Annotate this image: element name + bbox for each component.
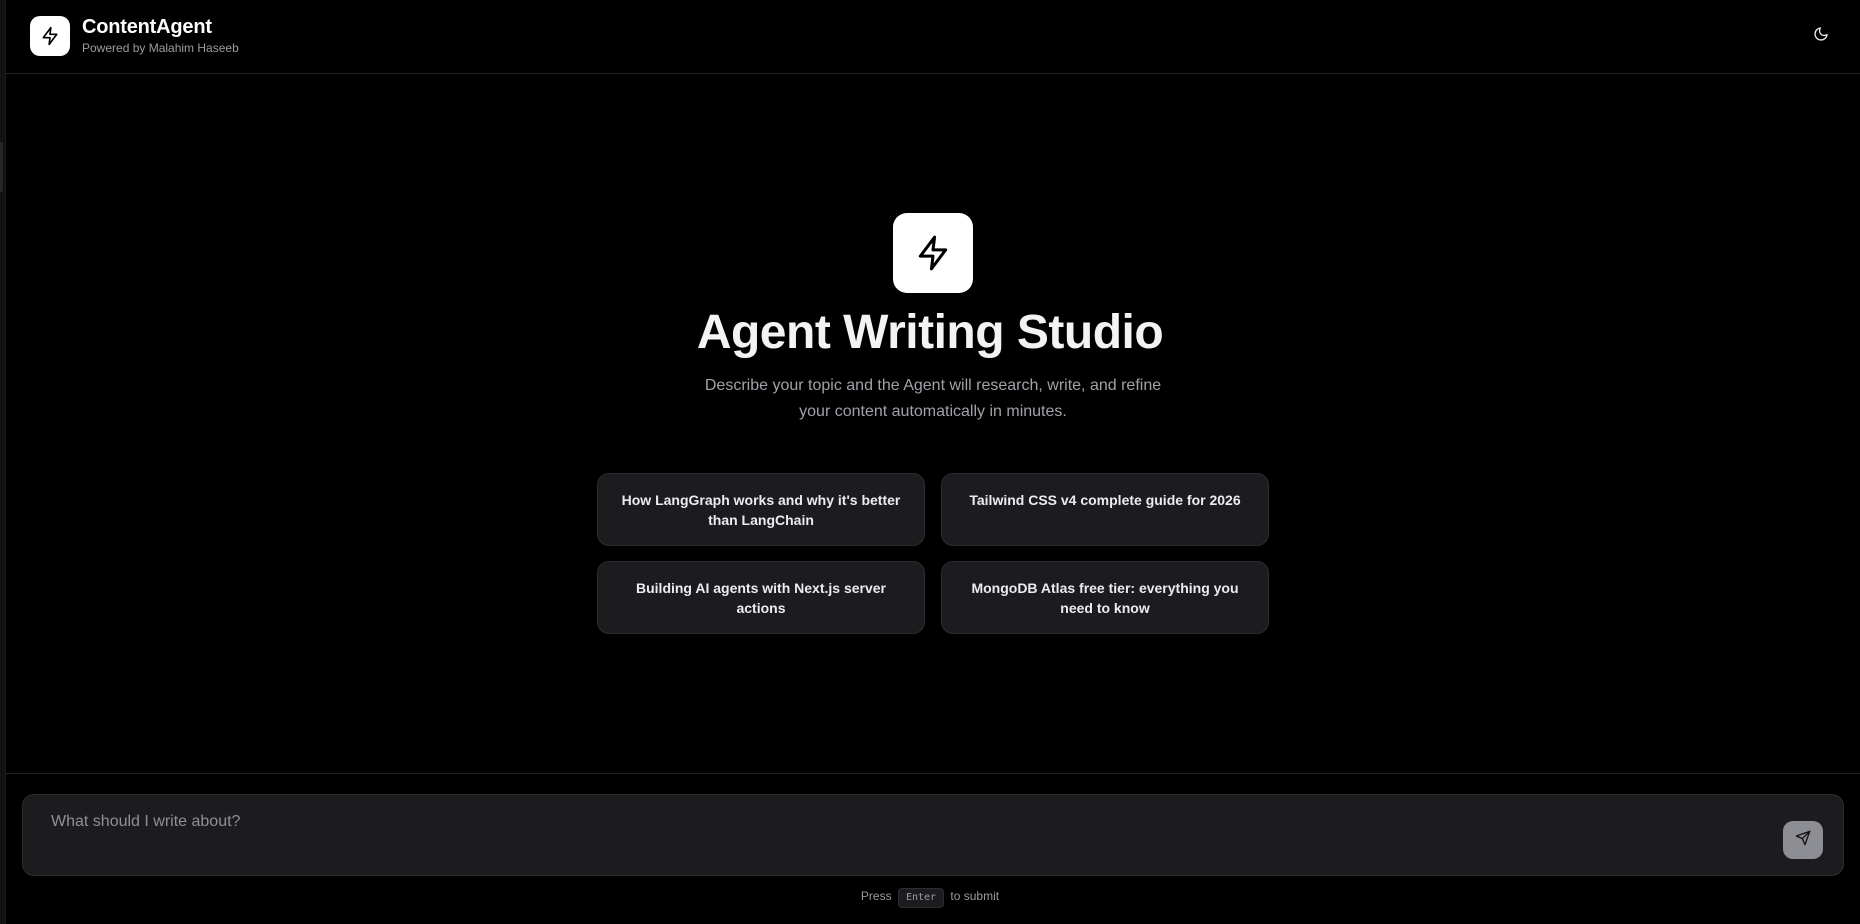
divider [6,773,1860,774]
suggestion-card[interactable]: Tailwind CSS v4 complete guide for 2026 [941,473,1269,546]
app: ContentAgent Powered by Malahim Haseeb A… [0,0,1860,924]
submit-hint: Press Enter to submit [0,886,1860,908]
hint-suffix: to submit [950,889,1000,903]
header: ContentAgent Powered by Malahim Haseeb [6,0,1860,74]
send-button[interactable] [1783,821,1823,859]
app-title: ContentAgent [82,16,212,38]
send-icon [1795,830,1811,851]
left-rail [0,0,6,924]
suggestion-card[interactable]: MongoDB Atlas free tier: everything you … [941,561,1269,634]
page-description: Describe your topic and the Agent will r… [704,377,1162,420]
theme-toggle-button[interactable] [1806,21,1836,51]
suggestion-card[interactable]: Building AI agents with Next.js server a… [597,561,925,634]
page-title: Agent Writing Studio [696,306,1164,359]
prompt-input[interactable] [23,795,1843,875]
lightning-icon [30,15,70,56]
brand[interactable]: ContentAgent Powered by Malahim Haseeb [30,15,239,56]
hint-prefix: Press [860,889,892,903]
suggestion-card[interactable]: How LangGraph works and why it's better … [597,473,925,546]
moon-icon [1813,26,1829,47]
prompt-composer [22,794,1844,876]
app-subtitle: Powered by Malahim Haseeb [82,41,239,55]
enter-key-badge: Enter [897,888,945,908]
lightning-icon [893,213,973,293]
brand-text: ContentAgent Powered by Malahim Haseeb [82,15,239,56]
sidebar-handle[interactable] [0,142,3,192]
